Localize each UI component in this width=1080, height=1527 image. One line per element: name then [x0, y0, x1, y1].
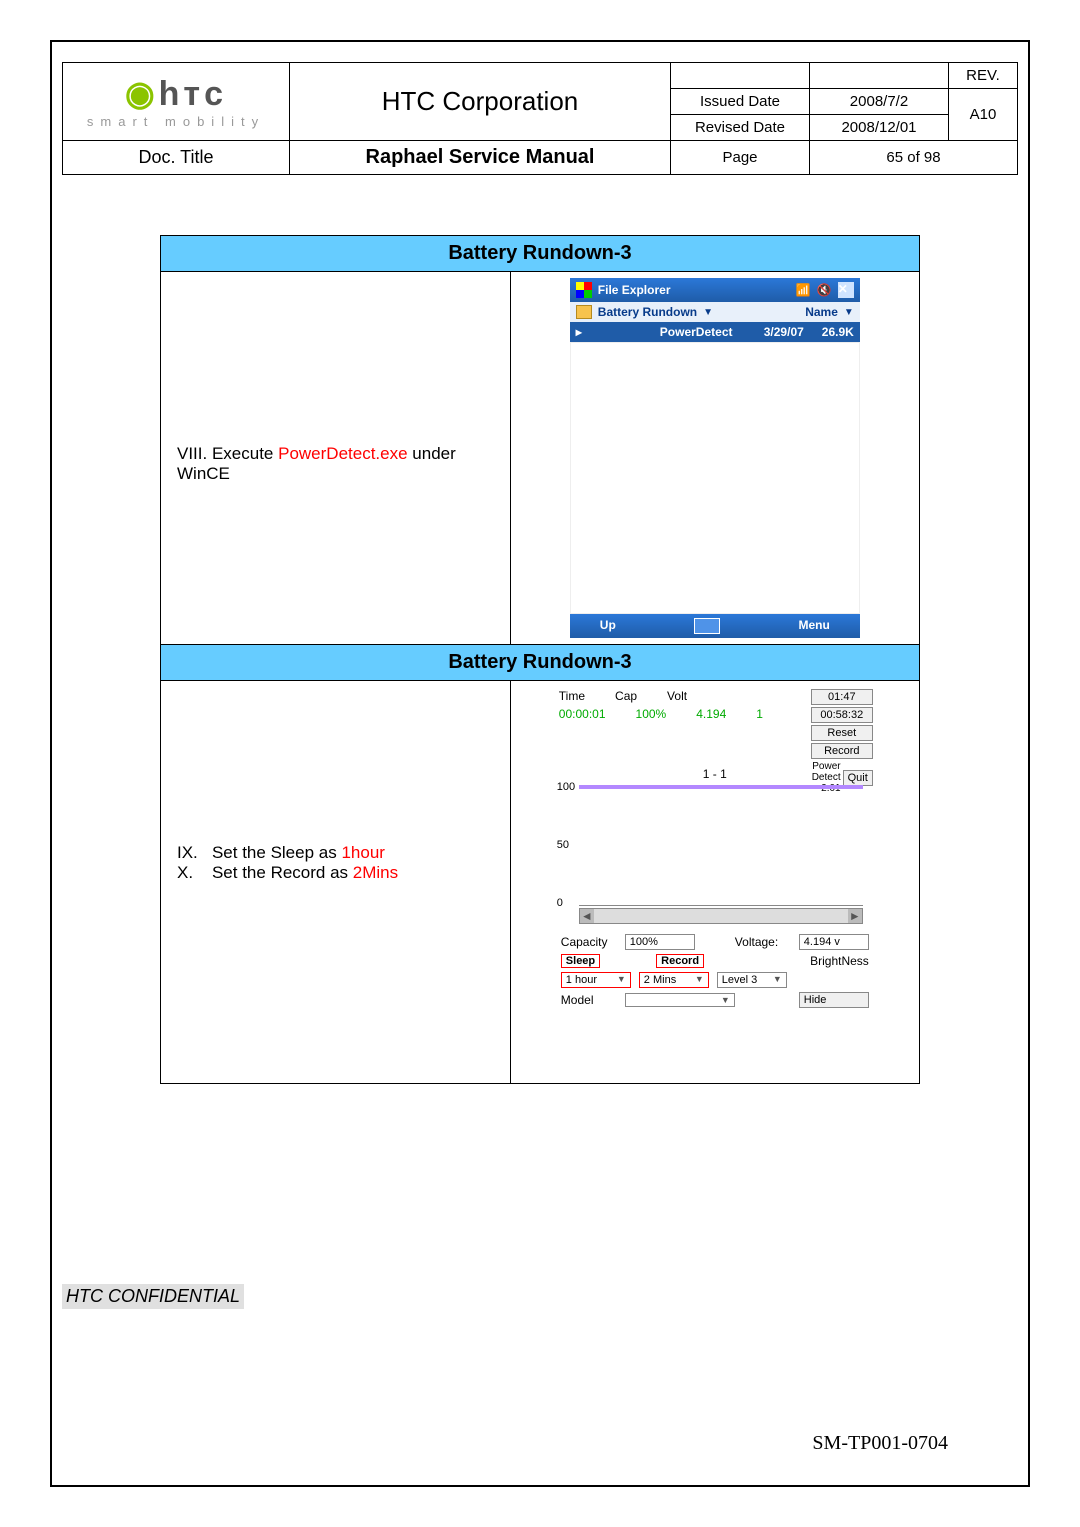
header-table: ◉hтc smart mobility HTC Corporation REV.…	[62, 62, 1018, 175]
step-text: Execute	[207, 444, 278, 463]
page-label: Page	[671, 141, 810, 175]
y-axis-label: 100	[557, 781, 575, 793]
col-time: Time	[559, 689, 585, 703]
page-value: 65 of 98	[810, 141, 1018, 175]
fe-filesize: 26.9K	[804, 325, 854, 339]
step-highlight: 2Mins	[353, 863, 398, 882]
val-volt: 4.194	[696, 707, 726, 721]
capacity-value: 100%	[625, 934, 695, 950]
signal-icon: 📶	[796, 283, 811, 297]
logo-cell: ◉hтc smart mobility	[63, 63, 290, 141]
keyboard-icon[interactable]	[694, 618, 720, 634]
rev-value: A10	[949, 89, 1018, 141]
fe-location: Battery Rundown	[598, 305, 697, 319]
val-time: 00:00:01	[559, 707, 606, 721]
fe-body	[570, 342, 860, 614]
step-highlight: 1hour	[341, 843, 384, 862]
model-label: Model	[561, 993, 617, 1007]
doc-title: Raphael Service Manual	[290, 141, 671, 175]
fe-titlebar: File Explorer 📶 🔇 ✕	[570, 278, 860, 302]
windows-icon	[576, 282, 592, 298]
step-number: X.	[177, 863, 193, 882]
corporation-name: HTC Corporation	[290, 63, 671, 141]
y-axis-label: 0	[557, 897, 563, 909]
voltage-label: Voltage:	[735, 935, 791, 949]
step-text: Set the Record as	[212, 863, 353, 882]
capacity-row: Capacity 100% Voltage: 4.194 v	[555, 932, 875, 952]
folder-icon	[576, 305, 592, 319]
document-number: SM-TP001-0704	[812, 1432, 948, 1455]
instruction-cell-2: IX. Set the Sleep as 1hour X. Set the Re…	[161, 681, 511, 1084]
section-title-1: Battery Rundown-3	[161, 236, 920, 272]
issued-date-value: 2008/7/2	[810, 89, 949, 115]
quit-button[interactable]: Quit	[843, 770, 873, 786]
screenshot-cell-2: Time Cap Volt 00:00:01 100% 4.194 1 01:4…	[510, 681, 919, 1084]
fe-title: File Explorer	[598, 283, 671, 297]
step-text: Set the Sleep as	[212, 843, 341, 862]
instruction-cell-1: VIII. Execute PowerDetect.exe under WinC…	[161, 272, 511, 645]
model-row: Model Hide	[555, 990, 875, 1010]
close-icon[interactable]: ✕	[838, 282, 854, 298]
step-highlight: PowerDetect.exe	[278, 444, 407, 463]
y-axis-label: 50	[557, 839, 569, 851]
voltage-value: 4.194 v	[799, 934, 869, 950]
record-label: Record	[656, 954, 704, 968]
sleep-record-row: Sleep Record BrightNess	[555, 952, 875, 970]
val-cap: 100%	[636, 707, 667, 721]
pd-clock1: 01:47	[811, 689, 873, 705]
record-select[interactable]: 2 Mins	[639, 972, 709, 988]
step-number: VIII.	[177, 444, 207, 463]
revised-date-label: Revised Date	[671, 115, 810, 141]
fe-filedate: 3/29/07	[744, 325, 804, 339]
doc-title-label: Doc. Title	[63, 141, 290, 175]
power-detect-app: Time Cap Volt 00:00:01 100% 4.194 1 01:4…	[555, 687, 875, 1077]
brightness-label: BrightNess	[810, 954, 869, 968]
screenshot-cell-1: File Explorer 📶 🔇 ✕ Battery Rundown▼ Nam…	[510, 272, 919, 645]
sleep-label: Sleep	[561, 954, 600, 968]
model-select[interactable]	[625, 993, 735, 1007]
brightness-select[interactable]: Level 3	[717, 972, 787, 988]
record-button[interactable]: Record	[811, 743, 873, 759]
step-number: IX.	[177, 843, 198, 862]
sleep-record-values: 1 hour 2 Mins Level 3	[555, 970, 875, 990]
capacity-label: Capacity	[561, 935, 617, 949]
val-n: 1	[756, 707, 763, 721]
pd-clock2: 00:58:32	[811, 707, 873, 723]
pd-side-buttons: 01:47 00:58:32 Reset Record Power Detect…	[811, 689, 873, 794]
tagline: smart mobility	[71, 114, 281, 129]
fe-sort[interactable]: Name	[805, 305, 838, 319]
fe-menu-button[interactable]: Menu	[798, 618, 829, 634]
fe-filename: PowerDetect	[660, 325, 744, 339]
sleep-select[interactable]: 1 hour	[561, 972, 631, 988]
fe-selected-file[interactable]: ▸ PowerDetect 3/29/07 26.9K	[570, 322, 860, 342]
hide-button[interactable]: Hide	[799, 992, 869, 1008]
fe-location-bar[interactable]: Battery Rundown▼ Name▼	[570, 302, 860, 322]
issued-date-label: Issued Date	[671, 89, 810, 115]
revised-date-value: 2008/12/01	[810, 115, 949, 141]
scrollbar[interactable]: ◄►	[579, 908, 863, 924]
content-table: Battery Rundown-3 VIII. Execute PowerDet…	[160, 235, 920, 1084]
graph-area: 100 50 0	[579, 785, 863, 906]
section-title-2: Battery Rundown-3	[161, 645, 920, 681]
reset-button[interactable]: Reset	[811, 725, 873, 741]
file-explorer: File Explorer 📶 🔇 ✕ Battery Rundown▼ Nam…	[570, 278, 860, 638]
col-cap: Cap	[615, 689, 637, 703]
fe-up-button[interactable]: Up	[600, 618, 616, 634]
rev-label: REV.	[949, 63, 1018, 89]
sound-icon: 🔇	[817, 283, 832, 297]
confidential-stamp: HTC CONFIDENTIAL	[62, 1284, 244, 1309]
col-volt: Volt	[667, 689, 687, 703]
fe-bottom-bar: Up Menu	[570, 614, 860, 638]
